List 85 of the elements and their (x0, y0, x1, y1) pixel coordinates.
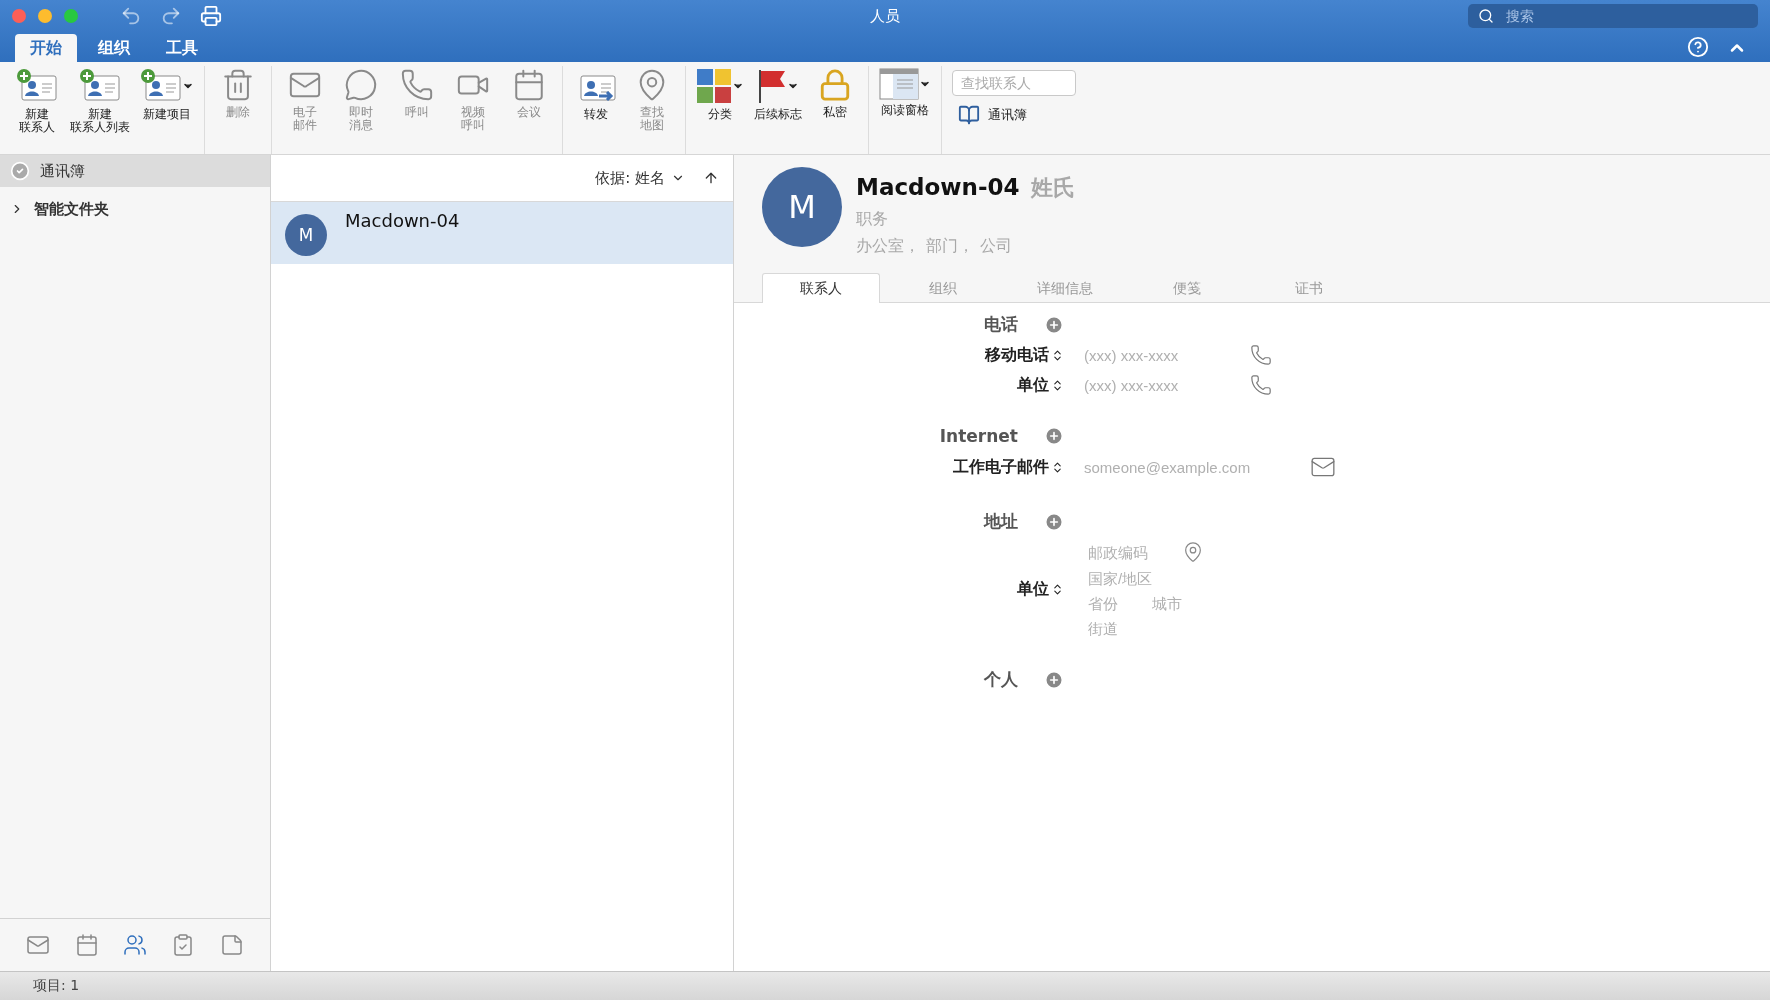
ribbon-tab[interactable]: 组织 (83, 34, 145, 62)
flag-icon (757, 68, 787, 104)
address-field[interactable]: 省份 (1086, 594, 1132, 613)
field-type-selector[interactable]: 单位 (1017, 579, 1064, 600)
undo-icon[interactable] (120, 5, 142, 27)
address-field[interactable]: 邮政编码 (1086, 542, 1164, 562)
new-contact-icon (16, 68, 58, 104)
calendar-icon (74, 933, 99, 957)
address-field[interactable]: 城市 (1150, 594, 1196, 613)
print-icon[interactable] (200, 5, 222, 27)
contact-name: Macdown-04 (856, 174, 1020, 200)
section-heading: 电话 (984, 313, 1018, 336)
contact-avatar: M (285, 214, 327, 256)
sort-direction-icon[interactable] (703, 170, 719, 186)
phone-icon (400, 68, 434, 102)
ribbon-button[interactable]: 分类 (692, 66, 748, 154)
find-contact-field[interactable]: 查找联系人 (952, 70, 1076, 96)
search-field[interactable]: 搜索 (1468, 4, 1758, 28)
contact-avatar: M (762, 167, 842, 247)
ribbon-button[interactable]: 私密 (808, 66, 862, 154)
check-circle-icon (10, 161, 30, 181)
section-heading: 个人 (984, 668, 1018, 691)
minimize-button[interactable] (38, 9, 52, 23)
detail-tab[interactable]: 详细信息 (1006, 273, 1124, 303)
address-field[interactable]: 街道 (1086, 619, 1132, 638)
nav-button[interactable] (219, 933, 244, 957)
status-bar: 项目: 1 (0, 971, 1770, 1000)
detail-tab[interactable]: 便笺 (1128, 273, 1246, 303)
up-down-chevron-icon (1051, 583, 1064, 596)
sidebar-item[interactable]: 智能文件夹 (0, 193, 270, 225)
padlock-icon (818, 68, 852, 102)
color-grid-icon (696, 68, 732, 104)
ribbon-button[interactable]: 阅读窗格 (875, 66, 935, 154)
field-type-selector[interactable]: 工作电子邮件 (953, 456, 1064, 478)
nav-button[interactable] (26, 933, 51, 957)
nav-button[interactable] (122, 933, 147, 957)
field-type-selector[interactable]: 移动电话 (985, 344, 1064, 366)
window-title: 人员 (870, 6, 900, 26)
people-icon (122, 933, 147, 957)
address-field[interactable]: 国家/地区 (1086, 569, 1180, 588)
redo-icon[interactable] (160, 5, 182, 27)
contact-name: Macdown-04 (345, 210, 460, 231)
sidebar-item[interactable]: 通讯簿 (0, 155, 270, 187)
up-down-chevron-icon (1051, 460, 1064, 474)
section-heading: Internet (939, 426, 1018, 446)
trash-icon (221, 68, 255, 102)
new-item-icon (140, 68, 182, 104)
ribbon-button[interactable]: 新建 联系人 (10, 66, 64, 154)
speech-bubble-icon (344, 68, 378, 102)
detail-tab[interactable]: 联系人 (762, 273, 880, 303)
add-icon[interactable] (1044, 669, 1064, 690)
field-type-selector[interactable]: 单位 (1017, 374, 1064, 396)
new-contact-list-icon (79, 68, 121, 104)
search-icon (1478, 8, 1494, 24)
map-pin-icon[interactable] (1182, 541, 1204, 563)
up-down-chevron-icon (1051, 378, 1064, 392)
book-icon (958, 104, 980, 126)
phone-icon[interactable] (1250, 374, 1272, 396)
ribbon-tab[interactable]: 开始 (15, 34, 77, 62)
ribbon-button[interactable]: 后续标志 (750, 66, 806, 154)
add-icon[interactable] (1044, 426, 1064, 446)
sort-button[interactable]: 依据: 姓名 (589, 167, 691, 189)
ribbon-button[interactable]: 转发 (569, 66, 623, 154)
add-icon[interactable] (1044, 314, 1064, 335)
mail-icon (26, 933, 51, 957)
note-icon (219, 933, 244, 957)
email-field[interactable]: someone@example.com (1082, 457, 1286, 477)
zoom-button[interactable] (64, 9, 78, 23)
calendar-icon (512, 68, 546, 102)
up-down-chevron-icon (1051, 348, 1064, 362)
section-heading: 地址 (984, 510, 1018, 533)
contact-row[interactable]: M Macdown-04 (271, 202, 733, 264)
ribbon-tab[interactable]: 工具 (151, 34, 213, 62)
phone-icon[interactable] (1250, 344, 1272, 366)
help-icon[interactable] (1687, 36, 1709, 58)
phone-field[interactable]: (xxx) xxx-xxxx (1082, 375, 1226, 395)
nav-button[interactable] (74, 933, 99, 957)
detail-tab[interactable]: 证书 (1250, 273, 1368, 303)
ribbon-button[interactable]: 新建 联系人列表 (66, 66, 134, 154)
address-book-button[interactable]: 通讯簿 (952, 104, 1076, 126)
ribbon-button[interactable]: 新建项目 (136, 66, 198, 154)
add-icon[interactable] (1044, 511, 1064, 532)
detail-tab[interactable]: 组织 (884, 273, 1002, 303)
reading-pane-icon (879, 68, 919, 100)
phone-field[interactable]: (xxx) xxx-xxxx (1082, 345, 1226, 365)
